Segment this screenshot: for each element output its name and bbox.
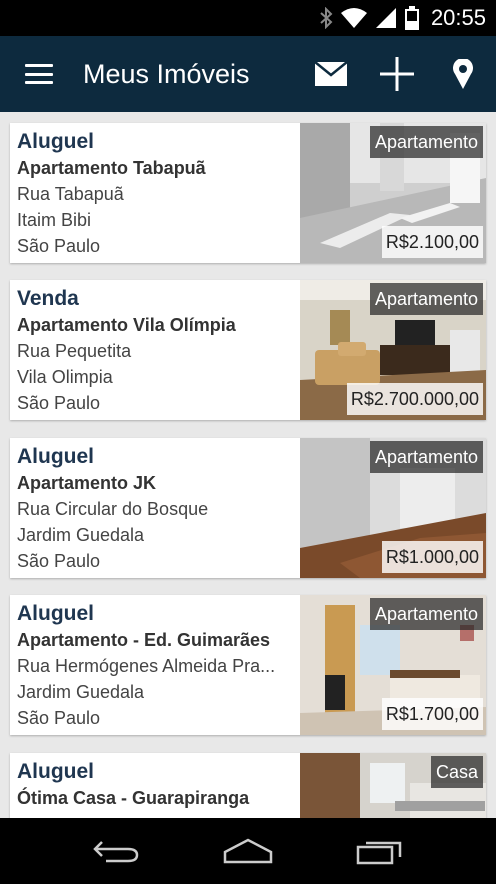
listing-photo: Apartamento R$1.000,00 [300, 438, 486, 578]
price-badge: R$1.000,00 [381, 541, 483, 573]
listing-title: Ótima Casa - Guarapiranga [17, 788, 250, 808]
listing-deal-type: Aluguel [17, 602, 94, 625]
back-icon[interactable] [76, 821, 156, 881]
listing-card[interactable]: Aluguel Apartamento - Ed. Guimarães Rua … [10, 595, 486, 735]
listing-deal-type: Aluguel [17, 445, 94, 468]
listing-list[interactable]: Aluguel Apartamento Tabapuã Rua Tabapuã … [0, 112, 496, 818]
listing-deal-type: Aluguel [17, 130, 94, 153]
listing-city: São Paulo [17, 236, 101, 256]
listing-title: Apartamento Tabapuã [17, 158, 206, 178]
listing-photo: Apartamento R$2.100,00 [300, 123, 486, 263]
listing-title: Apartamento Vila Olímpia [17, 315, 236, 335]
listing-city: São Paulo [17, 551, 101, 571]
property-kind-badge: Casa [430, 756, 483, 788]
property-kind-badge: Apartamento [369, 126, 483, 158]
property-kind-badge: Apartamento [369, 283, 483, 315]
wifi-icon [340, 7, 367, 29]
status-clock: 20:55 [430, 5, 486, 30]
listing-card[interactable]: Aluguel Apartamento JK Rua Circular do B… [10, 438, 486, 578]
listing-card[interactable]: Aluguel Apartamento Tabapuã Rua Tabapuã … [10, 123, 486, 263]
listing-city: São Paulo [17, 393, 101, 413]
price-badge: R$2.700.000,00 [346, 383, 483, 415]
listing-district: Jardim Guedala [17, 525, 145, 545]
listing-street: Rua Pequetita [17, 341, 132, 361]
listing-info: Aluguel Apartamento Tabapuã Rua Tabapuã … [10, 123, 300, 263]
listing-card[interactable]: Aluguel Ótima Casa - Guarapiranga Casa [10, 753, 486, 818]
listing-city: São Paulo [17, 708, 101, 728]
listing-district: Vila Olimpia [17, 367, 113, 387]
price-badge: R$1.700,00 [381, 698, 483, 730]
action-bar: Meus Imóveis [0, 36, 496, 112]
listing-info: Venda Apartamento Vila Olímpia Rua Peque… [10, 280, 300, 420]
mail-icon[interactable] [298, 36, 364, 112]
listing-card[interactable]: Venda Apartamento Vila Olímpia Rua Peque… [10, 280, 486, 420]
listing-info: Aluguel Apartamento - Ed. Guimarães Rua … [10, 595, 300, 735]
listing-info: Aluguel Apartamento JK Rua Circular do B… [10, 438, 300, 578]
listing-deal-type: Venda [17, 287, 79, 310]
listing-deal-type: Aluguel [17, 760, 94, 783]
listing-photo: Apartamento R$1.700,00 [300, 595, 486, 735]
listing-street: Rua Circular do Bosque [17, 499, 209, 519]
location-pin-icon[interactable] [430, 36, 496, 112]
listing-title: Apartamento - Ed. Guimarães [17, 630, 271, 650]
listing-info: Aluguel Ótima Casa - Guarapiranga [10, 753, 300, 818]
property-kind-badge: Apartamento [369, 441, 483, 473]
page-title: Meus Imóveis [83, 58, 250, 89]
listing-street: Rua Hermógenes Almeida Pra... [17, 656, 276, 676]
listing-district: Jardim Guedala [17, 682, 145, 702]
listing-district: Itaim Bibi [17, 210, 92, 230]
property-kind-badge: Apartamento [369, 598, 483, 630]
signal-icon [375, 7, 397, 29]
bluetooth-icon [319, 7, 333, 29]
price-badge: R$2.100,00 [381, 226, 483, 258]
home-icon[interactable] [208, 821, 288, 881]
battery-icon [404, 6, 419, 30]
menu-icon[interactable] [0, 36, 78, 112]
listing-title: Apartamento JK [17, 473, 157, 493]
add-icon[interactable] [364, 36, 430, 112]
navigation-bar [0, 818, 496, 884]
listing-photo: Apartamento R$2.700.000,00 [300, 280, 486, 420]
listing-street: Rua Tabapuã [17, 184, 124, 204]
recent-apps-icon[interactable] [340, 821, 420, 881]
status-bar: 20:55 [0, 0, 496, 36]
listing-photo: Casa [300, 753, 486, 818]
